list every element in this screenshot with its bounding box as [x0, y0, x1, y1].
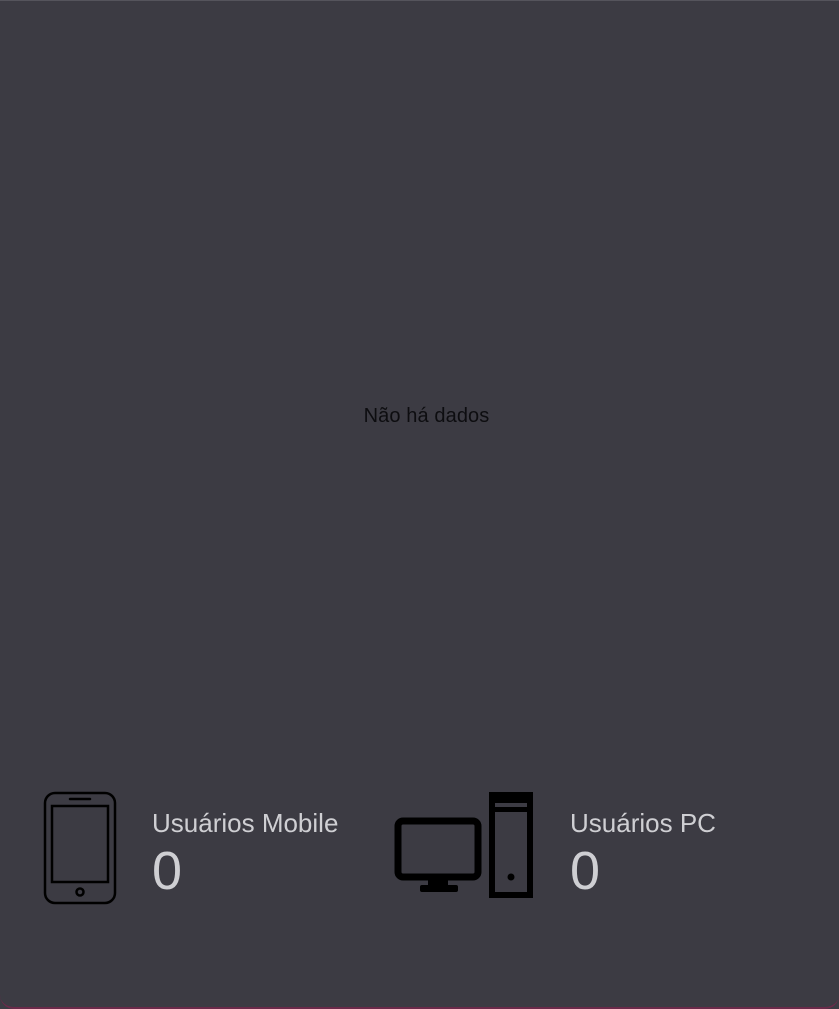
desktop-computer-icon — [394, 789, 539, 906]
pc-users-stat: Usuários PC 0 — [394, 789, 814, 909]
device-usage-card: Não há dados Usuários Mobile 0 Usuários … — [0, 0, 839, 1009]
mobile-users-value: 0 — [152, 841, 183, 901]
mobile-users-label: Usuários Mobile — [152, 808, 339, 838]
pc-users-label: Usuários PC — [570, 808, 716, 838]
pc-users-value: 0 — [570, 841, 601, 901]
no-data-message: Não há dados — [363, 405, 490, 427]
smartphone-icon — [40, 789, 120, 912]
chart-area: Não há dados — [0, 1, 839, 761]
mobile-users-stat: Usuários Mobile 0 — [40, 789, 380, 909]
